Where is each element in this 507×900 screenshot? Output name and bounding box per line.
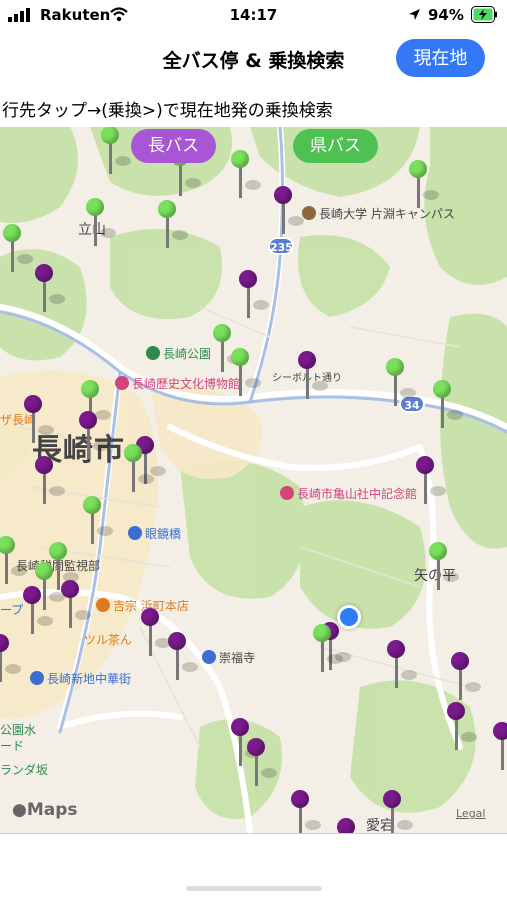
ken-bus-stop-pin[interactable] — [313, 624, 343, 674]
ken-bus-stop-pin[interactable] — [386, 358, 416, 408]
map-label-meganebashi: 眼鏡橋 — [128, 525, 181, 542]
ken-bus-stop-pin[interactable] — [101, 127, 131, 176]
park-label: 長崎公園 — [163, 347, 212, 361]
nagasaki-bus-stop-pin[interactable] — [291, 790, 321, 833]
map-label-left-oranda: ランダ坂 — [0, 763, 49, 777]
current-location-button[interactable]: 現在地 — [396, 39, 485, 77]
nagasaki-bus-stop-pin[interactable] — [247, 738, 277, 788]
nagasaki-bus-stop-pin[interactable] — [141, 608, 171, 658]
ken-bus-stop-pin[interactable] — [231, 348, 261, 398]
ken-bus-stop-pin[interactable] — [231, 150, 261, 200]
sofukuji-label: 崇福寺 — [219, 651, 256, 665]
meganebashi-label: 眼鏡橋 — [145, 527, 182, 541]
status-bar: Rakuten 14:17 94% — [0, 0, 507, 30]
ken-bus-stop-pin[interactable] — [213, 324, 243, 374]
ken-bus-stop-pin[interactable] — [0, 536, 27, 586]
nagasaki-bus-stop-pin[interactable] — [383, 790, 413, 833]
kameyama-label: 長崎市亀山社中記念館 — [297, 487, 418, 501]
ken-bus-stop-pin[interactable] — [409, 160, 439, 210]
nagasaki-bus-stop-pin[interactable] — [493, 722, 507, 772]
nagasaki-bus-stop-pin[interactable] — [0, 634, 21, 684]
navigation-bar: 全バス停 & 乗換検索 現在地 — [0, 36, 507, 80]
map-label-kameyama: 長崎市亀山社中記念館 — [280, 485, 417, 502]
nagasaki-bus-stop-pin[interactable] — [61, 580, 91, 630]
nagasaki-bus-stop-pin[interactable] — [298, 351, 328, 401]
apple-logo-icon: ● — [12, 800, 27, 820]
nagasaki-bus-toggle[interactable]: 長バス — [131, 129, 216, 163]
nagasaki-bus-stop-pin[interactable] — [24, 395, 54, 445]
ken-bus-stop-pin[interactable] — [3, 224, 33, 274]
map-label-park: 長崎公園 — [146, 345, 211, 362]
map-view[interactable]: 立山 長崎大学 片淵キャンパス 長崎公園 長崎歴史文化博物館 シーボルト通り 長… — [0, 127, 507, 833]
nagasaki-bus-stop-pin[interactable] — [451, 652, 481, 702]
nagasaki-bus-stop-pin[interactable] — [35, 264, 65, 314]
museum-label: 長崎歴史文化博物館 — [132, 377, 241, 391]
map-label-chinatown: 長崎新地中華街 — [30, 670, 131, 687]
battery-charging-icon — [471, 6, 497, 23]
home-indicator[interactable] — [186, 886, 322, 891]
ken-bus-toggle[interactable]: 県バス — [293, 129, 378, 163]
nagasaki-bus-stop-pin[interactable] — [274, 186, 304, 236]
nagasaki-bus-stop-pin[interactable] — [387, 640, 417, 690]
battery-percentage: 94% — [428, 6, 464, 24]
map-label-university: 長崎大学 片淵キャンパス — [302, 205, 455, 222]
map-label-left-pu: ープ — [0, 603, 24, 617]
nagasaki-bus-stop-pin[interactable] — [35, 456, 65, 506]
ken-bus-stop-pin[interactable] — [433, 380, 463, 430]
map-label-tsuru: ツル茶ん — [84, 633, 133, 647]
nagasaki-bus-stop-pin[interactable] — [168, 632, 198, 682]
route-shield-235: 235 — [268, 237, 294, 255]
map-label-left-park: 公園水 — [0, 723, 37, 737]
map-label-museum: 長崎歴史文化博物館 — [115, 375, 240, 392]
ken-bus-stop-pin[interactable] — [83, 496, 113, 546]
nagasaki-bus-stop-pin[interactable] — [416, 456, 446, 506]
ken-bus-stop-pin[interactable] — [429, 542, 459, 592]
university-label: 長崎大学 片淵キャンパス — [319, 207, 455, 221]
nagasaki-bus-stop-pin[interactable] — [239, 270, 269, 320]
chinatown-label: 長崎新地中華街 — [47, 672, 132, 686]
map-label-sofukuji: 崇福寺 — [202, 649, 255, 666]
nagasaki-bus-stop-pin[interactable] — [337, 818, 355, 833]
maps-attribution: ●Maps — [12, 800, 78, 820]
ken-bus-stop-pin[interactable] — [86, 198, 116, 248]
nagasaki-bus-stop-pin[interactable] — [79, 411, 109, 461]
nagasaki-bus-stop-pin[interactable] — [23, 586, 53, 636]
location-arrow-icon — [409, 9, 420, 20]
legal-link[interactable]: Legal — [456, 807, 485, 820]
nagasaki-bus-stop-pin[interactable] — [447, 702, 477, 752]
user-location-dot[interactable] — [337, 605, 361, 629]
instruction-text: 行先タップ→(乗換>)で現在地発の乗換検索 — [2, 101, 333, 121]
ken-bus-stop-pin[interactable] — [124, 444, 154, 494]
map-label-left-do: ード — [0, 739, 25, 753]
maps-attribution-text: Maps — [26, 800, 78, 820]
ken-bus-stop-pin[interactable] — [158, 200, 188, 250]
